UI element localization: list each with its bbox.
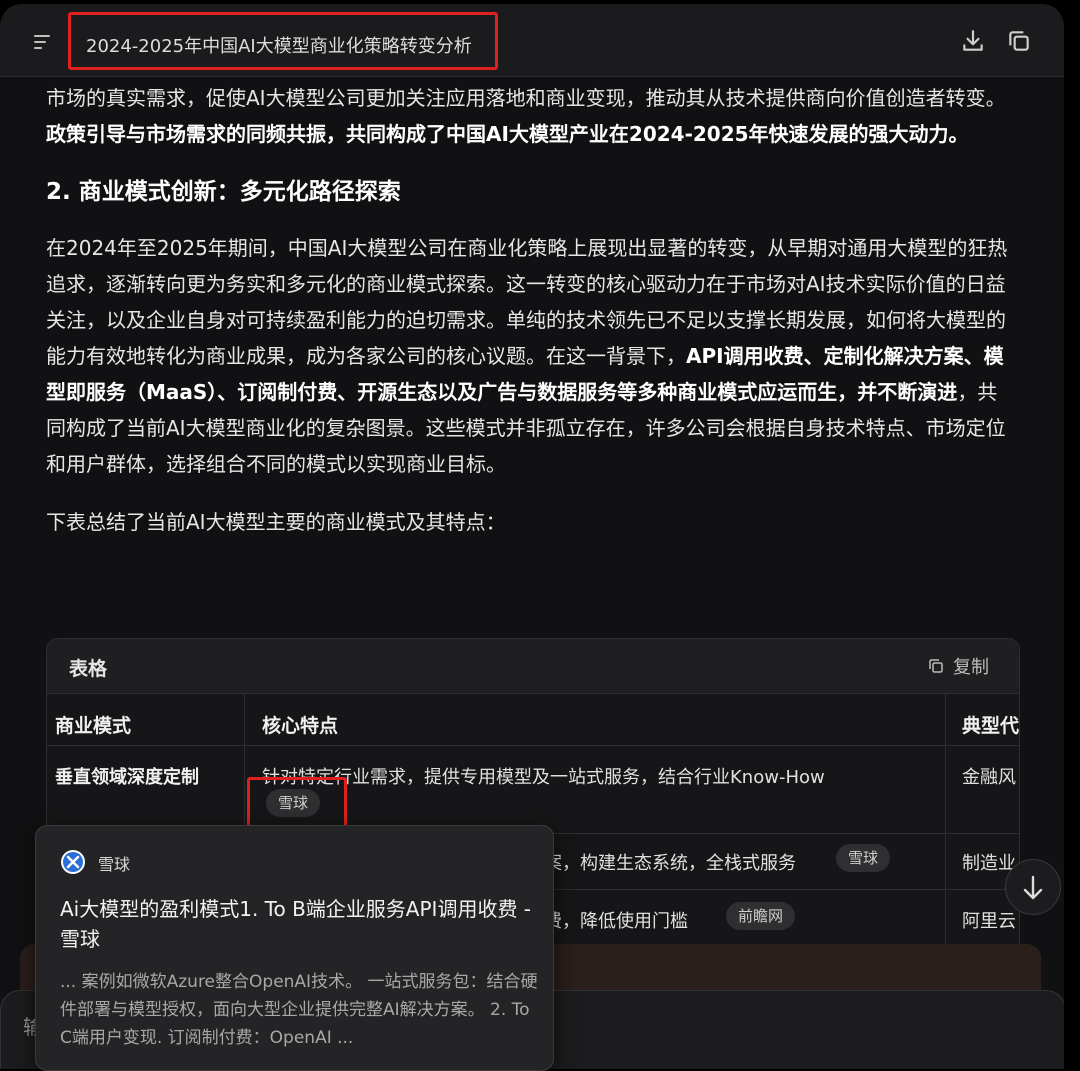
popup-snippet: ... 案例如微软Azure整合OpenAI技术。 一站式服务包：结合硬件部署与… bbox=[60, 972, 538, 1048]
column-header-example: 典型代 bbox=[962, 715, 1020, 737]
column-header-feature: 核心特点 bbox=[262, 715, 339, 737]
page-title[interactable]: 2024-2025年中国AI大模型商业化策略转变分析 bbox=[86, 32, 472, 58]
message-content: 市场的真实需求，促使AI大模型公司更加关注应用落地和商业变现，推动其从技术提供商… bbox=[46, 80, 1011, 540]
popup-title-link[interactable]: Ai大模型的盈利模式1. To B端企业服务API调用收费 - 雪球 bbox=[60, 894, 535, 954]
source-chip-xueqiu[interactable]: 雪球 bbox=[836, 844, 891, 872]
download-icon[interactable] bbox=[960, 28, 986, 54]
column-divider bbox=[945, 693, 946, 959]
table-cell-feature: 费，降低使用门槛 bbox=[544, 911, 688, 932]
row-divider bbox=[47, 745, 1019, 746]
source-chip-qianzhan[interactable]: 前瞻网 bbox=[726, 902, 796, 930]
paragraph-table-intro: 下表总结了当前AI大模型主要的商业模式及其特点： bbox=[46, 510, 506, 534]
column-header-model: 商业模式 bbox=[55, 715, 132, 737]
table-cell-feature: 案，构建生态系统，全栈式服务 bbox=[544, 853, 796, 874]
table-header-bar: 表格 复制 bbox=[47, 639, 1019, 694]
paragraph-business-models: 在2024年至2025年期间，中国AI大模型公司在商业化策略上展现出显著的转变，… bbox=[46, 236, 1008, 476]
table-cell-example: 金融风 bbox=[962, 767, 1016, 788]
menu-icon[interactable] bbox=[34, 32, 56, 52]
copy-page-icon[interactable] bbox=[1006, 28, 1032, 54]
copy-icon bbox=[929, 659, 943, 673]
copy-table-button[interactable]: 复制 bbox=[927, 653, 989, 679]
scroll-down-button[interactable] bbox=[1005, 859, 1061, 915]
chip-highlight-box bbox=[247, 777, 347, 830]
section-heading: 2. 商业模式创新：多元化路径探索 bbox=[46, 179, 401, 205]
table-cell-model: 垂直领域深度定制 bbox=[55, 767, 199, 788]
copy-label: 复制 bbox=[953, 657, 989, 678]
xueqiu-logo-icon bbox=[61, 850, 85, 874]
popup-source-name: 雪球 bbox=[98, 855, 131, 874]
table-title: 表格 bbox=[69, 658, 108, 680]
top-bar: 2024-2025年中国AI大模型商业化策略转变分析 bbox=[0, 4, 1064, 77]
paragraph-policy: 市场的真实需求，促使AI大模型公司更加关注应用落地和商业变现，推动其从技术提供商… bbox=[46, 86, 1006, 146]
citation-popup[interactable]: 雪球 Ai大模型的盈利模式1. To B端企业服务API调用收费 - 雪球 ..… bbox=[35, 825, 554, 1071]
arrow-down-icon bbox=[1023, 875, 1043, 900]
